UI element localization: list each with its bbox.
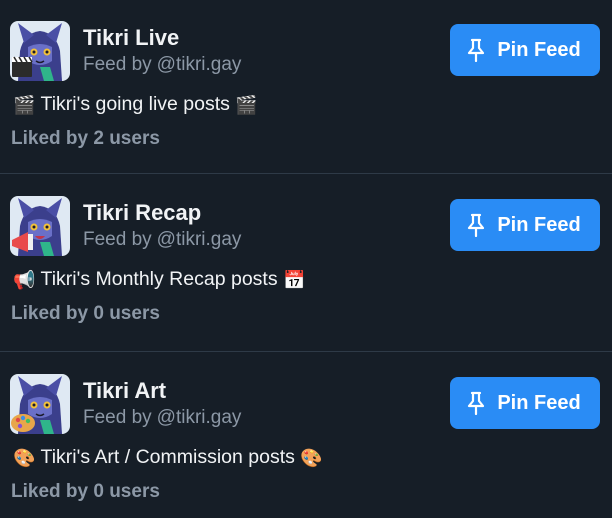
feed-byline: Feed by @tikri.gay — [83, 54, 241, 76]
palette-icon — [10, 374, 70, 434]
feed-avatar[interactable] — [10, 374, 70, 434]
feed-byline: Feed by @tikri.gay — [83, 229, 241, 251]
pin-feed-button[interactable]: Pin Feed — [450, 24, 600, 76]
clapperboard-icon: 🎬 — [235, 95, 258, 116]
feed-like-count[interactable]: Liked by 2 users — [11, 128, 160, 150]
feed-description-text: Tikri's Monthly Recap posts — [40, 268, 278, 290]
feed-description-text: Tikri's Art / Commission posts — [40, 446, 295, 468]
byline-prefix: Feed by — [83, 54, 152, 75]
pin-feed-button[interactable]: Pin Feed — [450, 199, 600, 251]
feed-like-count[interactable]: Liked by 0 users — [11, 481, 160, 503]
clapperboard-icon — [10, 21, 70, 81]
pin-feed-label: Pin Feed — [497, 38, 581, 61]
clapperboard-icon: 🎬 — [13, 95, 36, 116]
palette-icon: 🎨 — [13, 448, 36, 469]
feed-card[interactable]: Tikri Live Feed by @tikri.gay 🎬 Tikri's g… — [0, 0, 612, 174]
feed-list: Tikri Live Feed by @tikri.gay 🎬 Tikri's g… — [0, 0, 612, 518]
feed-like-count[interactable]: Liked by 0 users — [11, 303, 160, 325]
pin-icon — [468, 391, 485, 415]
feed-description: 🎬 Tikri's going live posts 🎬 — [13, 93, 258, 116]
pin-feed-label: Pin Feed — [497, 391, 581, 414]
byline-prefix: Feed by — [83, 229, 152, 250]
feed-title[interactable]: Tikri Recap — [83, 200, 201, 226]
byline-prefix: Feed by — [83, 407, 152, 428]
feed-title[interactable]: Tikri Art — [83, 378, 166, 404]
feed-avatar[interactable] — [10, 196, 70, 256]
pin-feed-button[interactable]: Pin Feed — [450, 377, 600, 429]
feed-card[interactable]: Tikri Art Feed by @tikri.gay 🎨 Tikri's Ar… — [0, 353, 612, 518]
calendar-icon: 📅 — [283, 270, 306, 291]
feed-title[interactable]: Tikri Live — [83, 25, 179, 51]
feed-author-handle[interactable]: @tikri.gay — [157, 407, 242, 428]
feed-avatar[interactable] — [10, 21, 70, 81]
feed-description: 🎨 Tikri's Art / Commission posts 🎨 — [13, 446, 323, 469]
pin-icon — [468, 38, 485, 62]
feed-author-handle[interactable]: @tikri.gay — [157, 229, 242, 250]
megaphone-icon: 📢 — [13, 270, 36, 291]
pin-icon — [468, 213, 485, 237]
feed-description-text: Tikri's going live posts — [40, 93, 230, 115]
feed-author-handle[interactable]: @tikri.gay — [157, 54, 242, 75]
palette-icon: 🎨 — [300, 448, 323, 469]
feed-byline: Feed by @tikri.gay — [83, 407, 241, 429]
megaphone-icon — [10, 196, 70, 256]
feed-card[interactable]: Tikri Recap Feed by @tikri.gay 📢 Tikri's … — [0, 175, 612, 352]
pin-feed-label: Pin Feed — [497, 213, 581, 236]
feed-description: 📢 Tikri's Monthly Recap posts 📅 — [13, 268, 305, 291]
